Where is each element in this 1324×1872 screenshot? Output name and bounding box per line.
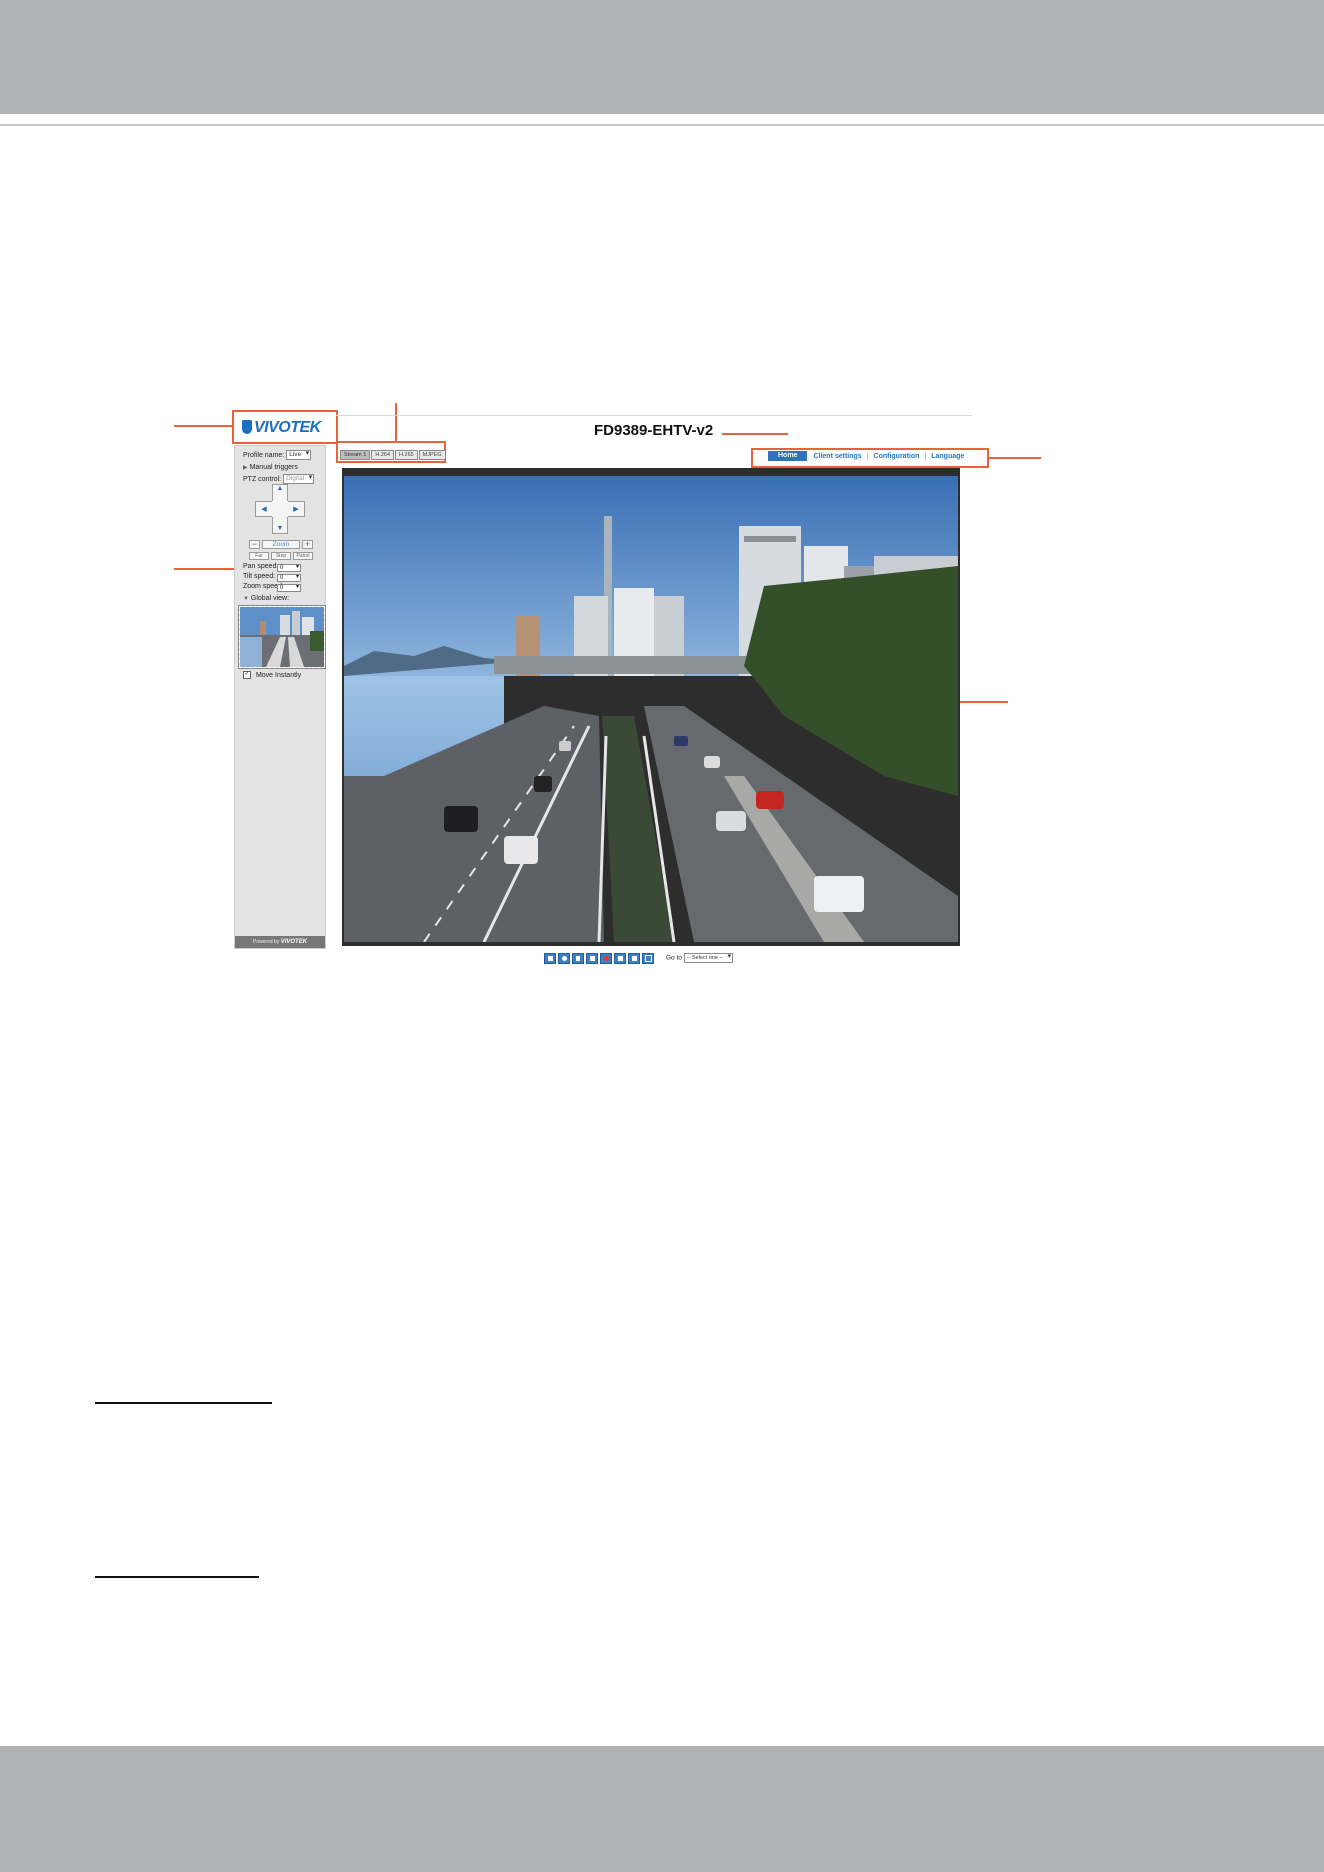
stream-tab-4[interactable]: MJPEG bbox=[418, 450, 446, 460]
pan-speed-select[interactable]: 0 bbox=[277, 564, 301, 572]
document-footer-band bbox=[0, 1746, 1324, 1872]
pan-left-button[interactable]: ◀ bbox=[255, 501, 273, 517]
tilt-speed-select[interactable]: 0 bbox=[277, 574, 301, 582]
callout-nav-line bbox=[989, 457, 1041, 459]
video-control-bar: Go to -- Select one -- bbox=[544, 952, 734, 964]
camera-scene bbox=[344, 476, 958, 942]
ptz-control-label: PTZ control: bbox=[243, 475, 282, 483]
move-instantly-label: Move Instantly bbox=[255, 671, 302, 679]
page-title: FD9389-EHTV-v2 bbox=[594, 422, 714, 439]
tilt-speed-row: Tilt speed: bbox=[243, 573, 275, 580]
manual-triggers-label: Manual triggers bbox=[249, 464, 298, 471]
expand-arrow-icon: ▶ bbox=[243, 465, 248, 471]
document-header-rule bbox=[0, 124, 1324, 126]
tilt-speed-label: Tilt speed: bbox=[243, 573, 276, 580]
goto-row: Go to -- Select one -- bbox=[666, 953, 734, 963]
profile-label: Profile name: bbox=[243, 451, 285, 459]
collapse-arrow-icon: ▼ bbox=[243, 596, 249, 602]
zoom-label: Zoom bbox=[262, 540, 300, 549]
pan-right-button[interactable]: ▶ bbox=[287, 501, 305, 517]
profile-select[interactable]: Live bbox=[286, 450, 312, 460]
tilt-up-button[interactable]: ▲ bbox=[272, 484, 288, 502]
document-header-band bbox=[0, 0, 1324, 114]
digital-zoom-icon[interactable] bbox=[558, 952, 570, 964]
pause-icon[interactable] bbox=[572, 952, 584, 964]
volume-icon[interactable] bbox=[614, 952, 626, 964]
logo-text: VIVOTEK bbox=[254, 419, 321, 436]
powered-prefix: Powered by bbox=[252, 939, 280, 945]
stream-tabs: Stream 1 H.264 H.265 MJPEG bbox=[340, 450, 446, 460]
fullscreen-icon[interactable] bbox=[642, 952, 654, 964]
camera-web-ui-figure: VIVOTEK FD9389-EHTV-v2 Stream 1 H.264 H.… bbox=[234, 412, 974, 964]
zoom-bar: − Zoom + bbox=[249, 540, 313, 549]
zoom-out-button[interactable]: − bbox=[249, 540, 260, 549]
stream-tab-1[interactable]: Stream 1 bbox=[340, 450, 371, 460]
manual-triggers-row[interactable]: ▶ Manual triggers bbox=[243, 464, 298, 471]
goto-label: Go to bbox=[666, 954, 682, 962]
pan-speed-row: Pan speed: bbox=[243, 563, 278, 570]
nav-configuration[interactable]: Configuration bbox=[872, 453, 922, 460]
global-view-image bbox=[240, 607, 324, 667]
left-sidebar: Profile name: Live ▶ Manual triggers PTZ… bbox=[234, 445, 326, 949]
section-heading-underline bbox=[95, 1576, 259, 1578]
move-instantly-row[interactable]: ✓ Move Instantly bbox=[243, 671, 301, 679]
ptz-small-buttons: Far Stop Patrol bbox=[249, 552, 313, 560]
nav-home[interactable]: Home bbox=[768, 451, 808, 461]
global-view-label: Global view: bbox=[250, 595, 290, 602]
stream-tab-3[interactable]: H.265 bbox=[395, 450, 418, 460]
snapshot-icon[interactable] bbox=[544, 952, 556, 964]
header-rule bbox=[336, 415, 972, 416]
far-button[interactable]: Far bbox=[249, 552, 269, 560]
nav-client-settings[interactable]: Client settings bbox=[811, 453, 863, 460]
ptz-control-select[interactable]: Digital bbox=[283, 474, 315, 484]
stream-tab-2[interactable]: H.264 bbox=[371, 450, 395, 460]
ptz-home-button[interactable] bbox=[272, 501, 288, 517]
powered-brand: VIVOTEK bbox=[280, 939, 308, 945]
callout-logo-line bbox=[174, 425, 232, 427]
zoom-speed-select[interactable]: 0 bbox=[277, 584, 301, 592]
ptz-control-row: PTZ control: Digital bbox=[243, 474, 315, 484]
global-view-row[interactable]: ▼ Global view: bbox=[243, 595, 289, 602]
mute-icon[interactable] bbox=[628, 952, 640, 964]
vivotek-logo: VIVOTEK bbox=[242, 415, 321, 441]
zoom-in-button[interactable]: + bbox=[302, 540, 313, 549]
pan-speed-label: Pan speed: bbox=[243, 563, 279, 570]
live-video-image bbox=[344, 476, 958, 942]
tilt-down-button[interactable]: ▼ bbox=[272, 516, 288, 534]
nav-separator: | bbox=[924, 452, 927, 460]
stop-icon[interactable] bbox=[586, 952, 598, 964]
goto-select[interactable]: -- Select one -- bbox=[683, 953, 734, 963]
powered-by-footer: Powered by VIVOTEK bbox=[235, 936, 325, 948]
vivotek-logo-mark bbox=[242, 420, 252, 434]
stop-button[interactable]: Stop bbox=[271, 552, 291, 560]
profile-row: Profile name: Live bbox=[243, 450, 312, 460]
live-video-panel[interactable] bbox=[342, 468, 960, 946]
move-instantly-checkbox[interactable]: ✓ bbox=[243, 671, 251, 679]
section-heading-underline bbox=[95, 1402, 272, 1404]
record-icon[interactable] bbox=[600, 952, 612, 964]
global-view-thumbnail[interactable] bbox=[238, 605, 326, 669]
nav-separator: | bbox=[866, 452, 869, 460]
ptz-direction-pad: ▲ ▼ ◀ ▶ bbox=[255, 484, 305, 534]
callout-sidebar-line bbox=[174, 568, 242, 570]
nav-language[interactable]: Language bbox=[929, 453, 966, 460]
top-navigation: Home Client settings | Configuration | L… bbox=[768, 451, 966, 461]
patrol-button[interactable]: Patrol bbox=[293, 552, 313, 560]
